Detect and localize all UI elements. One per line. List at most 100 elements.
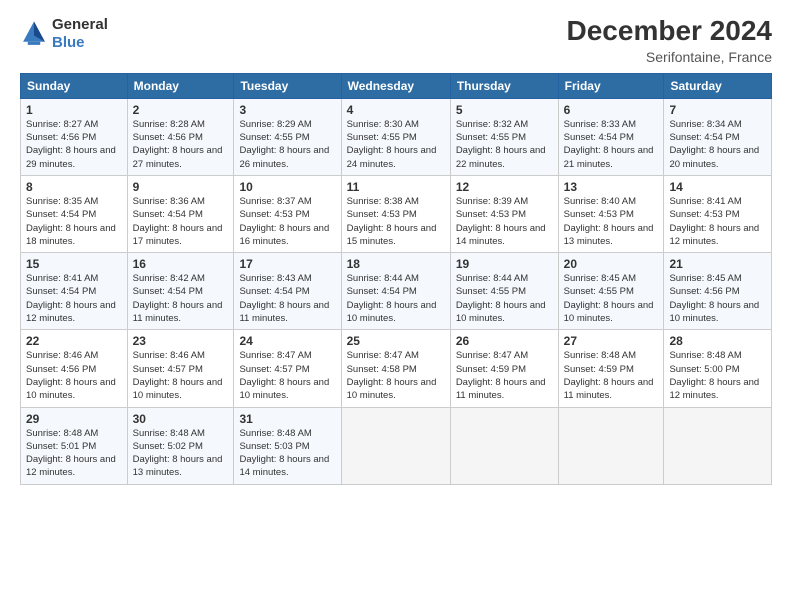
day-cell-30: 30 Sunrise: 8:48 AMSunset: 5:02 PMDaylig… <box>127 407 234 484</box>
day-cell-15: 15 Sunrise: 8:41 AMSunset: 4:54 PMDaylig… <box>21 253 128 330</box>
day-number: 3 <box>239 103 335 117</box>
day-detail: Sunrise: 8:41 AMSunset: 4:54 PMDaylight:… <box>26 273 116 324</box>
day-detail: Sunrise: 8:44 AMSunset: 4:55 PMDaylight:… <box>456 273 546 324</box>
header-monday: Monday <box>127 73 234 98</box>
title-section: December 2024 Serifontaine, France <box>567 16 772 65</box>
day-number: 26 <box>456 334 553 348</box>
header-wednesday: Wednesday <box>341 73 450 98</box>
day-cell-28: 28 Sunrise: 8:48 AMSunset: 5:00 PMDaylig… <box>664 330 772 407</box>
day-number: 4 <box>347 103 445 117</box>
day-number: 12 <box>456 180 553 194</box>
logo-blue: Blue <box>52 34 108 52</box>
day-cell-22: 22 Sunrise: 8:46 AMSunset: 4:56 PMDaylig… <box>21 330 128 407</box>
day-detail: Sunrise: 8:30 AMSunset: 4:55 PMDaylight:… <box>347 119 437 170</box>
day-detail: Sunrise: 8:32 AMSunset: 4:55 PMDaylight:… <box>456 119 546 170</box>
day-number: 16 <box>133 257 229 271</box>
calendar-header-row: Sunday Monday Tuesday Wednesday Thursday… <box>21 73 772 98</box>
day-detail: Sunrise: 8:48 AMSunset: 4:59 PMDaylight:… <box>564 350 654 401</box>
day-detail: Sunrise: 8:48 AMSunset: 5:03 PMDaylight:… <box>239 428 329 479</box>
day-number: 29 <box>26 412 122 426</box>
day-number: 11 <box>347 180 445 194</box>
header-sunday: Sunday <box>21 73 128 98</box>
day-number: 17 <box>239 257 335 271</box>
day-number: 30 <box>133 412 229 426</box>
day-detail: Sunrise: 8:48 AMSunset: 5:02 PMDaylight:… <box>133 428 223 479</box>
day-cell-1: 1 Sunrise: 8:27 AMSunset: 4:56 PMDayligh… <box>21 98 128 175</box>
day-detail: Sunrise: 8:29 AMSunset: 4:55 PMDaylight:… <box>239 119 329 170</box>
day-number: 15 <box>26 257 122 271</box>
header-tuesday: Tuesday <box>234 73 341 98</box>
day-detail: Sunrise: 8:36 AMSunset: 4:54 PMDaylight:… <box>133 196 223 247</box>
day-detail: Sunrise: 8:35 AMSunset: 4:54 PMDaylight:… <box>26 196 116 247</box>
header-saturday: Saturday <box>664 73 772 98</box>
day-cell-13: 13 Sunrise: 8:40 AMSunset: 4:53 PMDaylig… <box>558 175 664 252</box>
day-cell-11: 11 Sunrise: 8:38 AMSunset: 4:53 PMDaylig… <box>341 175 450 252</box>
day-number: 9 <box>133 180 229 194</box>
day-number: 31 <box>239 412 335 426</box>
empty-cell <box>664 407 772 484</box>
day-detail: Sunrise: 8:39 AMSunset: 4:53 PMDaylight:… <box>456 196 546 247</box>
day-cell-18: 18 Sunrise: 8:44 AMSunset: 4:54 PMDaylig… <box>341 253 450 330</box>
day-number: 14 <box>669 180 766 194</box>
day-cell-29: 29 Sunrise: 8:48 AMSunset: 5:01 PMDaylig… <box>21 407 128 484</box>
day-detail: Sunrise: 8:37 AMSunset: 4:53 PMDaylight:… <box>239 196 329 247</box>
empty-cell <box>341 407 450 484</box>
calendar-week-4: 22 Sunrise: 8:46 AMSunset: 4:56 PMDaylig… <box>21 330 772 407</box>
day-number: 10 <box>239 180 335 194</box>
day-cell-12: 12 Sunrise: 8:39 AMSunset: 4:53 PMDaylig… <box>450 175 558 252</box>
day-number: 2 <box>133 103 229 117</box>
subtitle: Serifontaine, France <box>567 49 772 65</box>
day-cell-19: 19 Sunrise: 8:44 AMSunset: 4:55 PMDaylig… <box>450 253 558 330</box>
calendar-table: Sunday Monday Tuesday Wednesday Thursday… <box>20 73 772 485</box>
day-detail: Sunrise: 8:34 AMSunset: 4:54 PMDaylight:… <box>669 119 759 170</box>
logo: General Blue <box>20 16 108 52</box>
day-detail: Sunrise: 8:46 AMSunset: 4:57 PMDaylight:… <box>133 350 223 401</box>
day-number: 7 <box>669 103 766 117</box>
day-cell-26: 26 Sunrise: 8:47 AMSunset: 4:59 PMDaylig… <box>450 330 558 407</box>
day-number: 8 <box>26 180 122 194</box>
day-detail: Sunrise: 8:38 AMSunset: 4:53 PMDaylight:… <box>347 196 437 247</box>
day-cell-3: 3 Sunrise: 8:29 AMSunset: 4:55 PMDayligh… <box>234 98 341 175</box>
day-detail: Sunrise: 8:43 AMSunset: 4:54 PMDaylight:… <box>239 273 329 324</box>
day-cell-10: 10 Sunrise: 8:37 AMSunset: 4:53 PMDaylig… <box>234 175 341 252</box>
day-detail: Sunrise: 8:44 AMSunset: 4:54 PMDaylight:… <box>347 273 437 324</box>
day-detail: Sunrise: 8:41 AMSunset: 4:53 PMDaylight:… <box>669 196 759 247</box>
day-cell-23: 23 Sunrise: 8:46 AMSunset: 4:57 PMDaylig… <box>127 330 234 407</box>
calendar-week-1: 1 Sunrise: 8:27 AMSunset: 4:56 PMDayligh… <box>21 98 772 175</box>
day-cell-14: 14 Sunrise: 8:41 AMSunset: 4:53 PMDaylig… <box>664 175 772 252</box>
header-friday: Friday <box>558 73 664 98</box>
day-detail: Sunrise: 8:47 AMSunset: 4:58 PMDaylight:… <box>347 350 437 401</box>
empty-cell <box>450 407 558 484</box>
day-number: 21 <box>669 257 766 271</box>
day-number: 6 <box>564 103 659 117</box>
day-detail: Sunrise: 8:47 AMSunset: 4:57 PMDaylight:… <box>239 350 329 401</box>
day-number: 20 <box>564 257 659 271</box>
day-cell-20: 20 Sunrise: 8:45 AMSunset: 4:55 PMDaylig… <box>558 253 664 330</box>
day-cell-27: 27 Sunrise: 8:48 AMSunset: 4:59 PMDaylig… <box>558 330 664 407</box>
calendar-week-2: 8 Sunrise: 8:35 AMSunset: 4:54 PMDayligh… <box>21 175 772 252</box>
day-detail: Sunrise: 8:42 AMSunset: 4:54 PMDaylight:… <box>133 273 223 324</box>
empty-cell <box>558 407 664 484</box>
header-thursday: Thursday <box>450 73 558 98</box>
day-cell-5: 5 Sunrise: 8:32 AMSunset: 4:55 PMDayligh… <box>450 98 558 175</box>
day-detail: Sunrise: 8:45 AMSunset: 4:56 PMDaylight:… <box>669 273 759 324</box>
day-number: 28 <box>669 334 766 348</box>
day-number: 25 <box>347 334 445 348</box>
logo-general: General <box>52 16 108 34</box>
day-number: 13 <box>564 180 659 194</box>
day-cell-4: 4 Sunrise: 8:30 AMSunset: 4:55 PMDayligh… <box>341 98 450 175</box>
day-number: 18 <box>347 257 445 271</box>
calendar-week-5: 29 Sunrise: 8:48 AMSunset: 5:01 PMDaylig… <box>21 407 772 484</box>
day-cell-9: 9 Sunrise: 8:36 AMSunset: 4:54 PMDayligh… <box>127 175 234 252</box>
day-cell-7: 7 Sunrise: 8:34 AMSunset: 4:54 PMDayligh… <box>664 98 772 175</box>
day-cell-17: 17 Sunrise: 8:43 AMSunset: 4:54 PMDaylig… <box>234 253 341 330</box>
day-cell-25: 25 Sunrise: 8:47 AMSunset: 4:58 PMDaylig… <box>341 330 450 407</box>
day-detail: Sunrise: 8:45 AMSunset: 4:55 PMDaylight:… <box>564 273 654 324</box>
main-title: December 2024 <box>567 16 772 47</box>
header: General Blue December 2024 Serifontaine,… <box>20 16 772 65</box>
day-number: 5 <box>456 103 553 117</box>
day-cell-8: 8 Sunrise: 8:35 AMSunset: 4:54 PMDayligh… <box>21 175 128 252</box>
day-number: 23 <box>133 334 229 348</box>
calendar-week-3: 15 Sunrise: 8:41 AMSunset: 4:54 PMDaylig… <box>21 253 772 330</box>
logo-icon <box>20 20 48 48</box>
